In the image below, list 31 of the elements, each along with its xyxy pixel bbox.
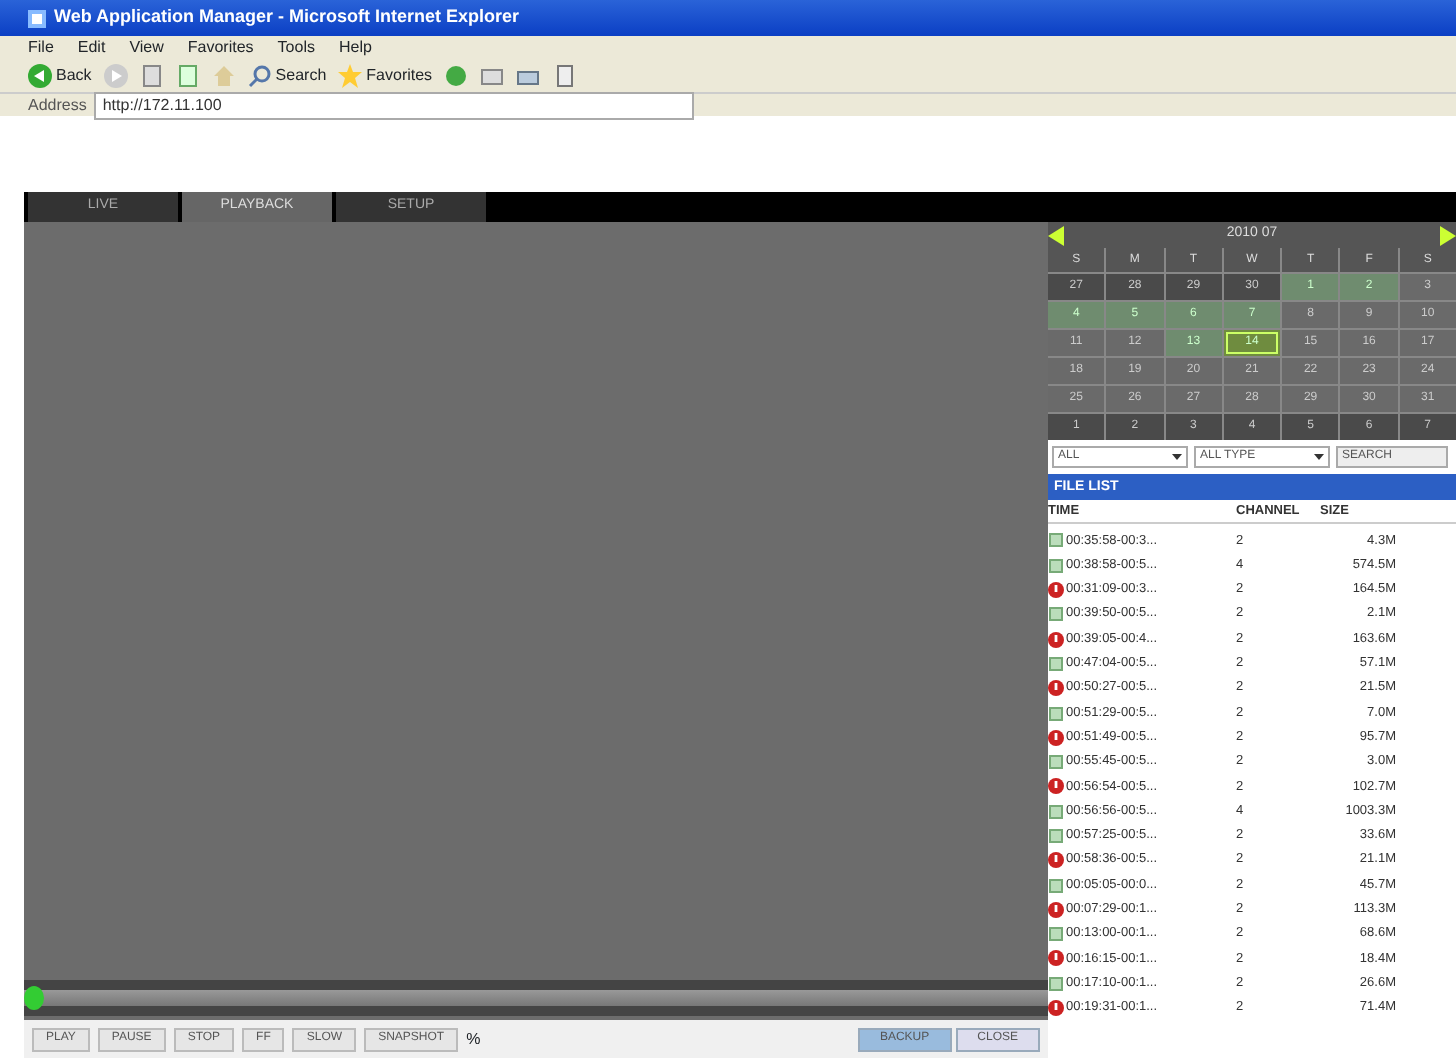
document-icon[interactable] [552, 64, 577, 88]
file-icon [1048, 975, 1064, 992]
menu-item[interactable]: File [28, 36, 54, 60]
ie-icon [28, 9, 46, 27]
menu-item[interactable]: Tools [277, 36, 315, 60]
file-icon [1048, 705, 1064, 722]
next-month-icon[interactable] [1440, 225, 1456, 245]
star-icon [338, 64, 363, 88]
caret-icon [1314, 454, 1324, 460]
file-icon [1048, 655, 1064, 672]
search-icon [247, 64, 272, 88]
menu-item[interactable]: Help [338, 36, 372, 60]
timeline-track[interactable] [24, 990, 1048, 1006]
caret-icon [1172, 454, 1182, 460]
toolbar-button[interactable]: Back [28, 64, 92, 88]
file-icon [1048, 926, 1064, 943]
forward-icon[interactable] [103, 64, 128, 88]
timeline-thumb[interactable] [24, 986, 44, 1010]
window-title: Web Application Manager - Microsoft Internet Explorer [54, 4, 520, 31]
menu-item[interactable]: Favorites [187, 36, 254, 60]
zoom-label: % [466, 1027, 481, 1051]
file-icon [1048, 877, 1064, 894]
file-icon [1048, 606, 1064, 623]
back-icon [28, 64, 52, 88]
address-field[interactable]: http://172.11.100 [94, 91, 695, 119]
menu-item[interactable]: Edit [77, 36, 106, 60]
toolbar-button[interactable]: Favorites [338, 64, 433, 88]
file-icon [1048, 754, 1064, 771]
toolbar-button[interactable]: Search [247, 64, 327, 88]
address-label: Address [28, 93, 87, 117]
menu-item[interactable]: View [129, 36, 164, 60]
